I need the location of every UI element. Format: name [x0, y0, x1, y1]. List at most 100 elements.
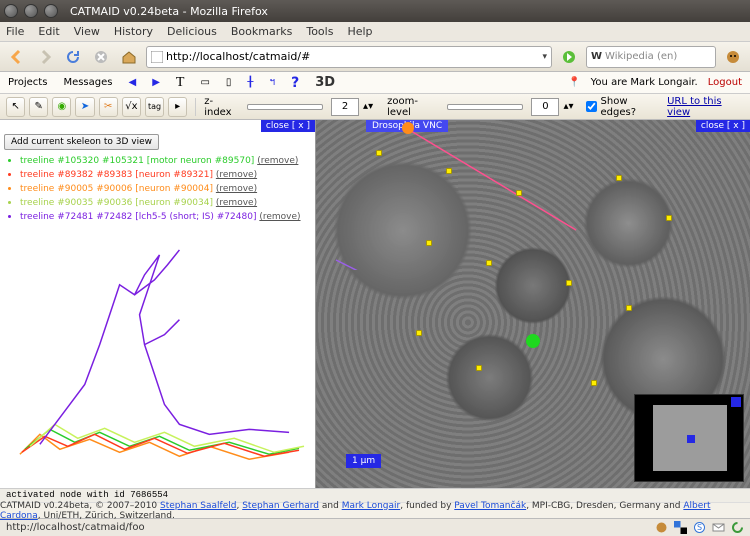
window-minimize-icon[interactable] — [24, 4, 38, 18]
sqrt-tool[interactable]: √x — [122, 97, 141, 117]
browser-statusbar: http://localhost/catmaid/foo S — [0, 518, 750, 536]
left-panel: close [ x ] Add current skeleon to 3D vi… — [0, 120, 316, 488]
monkey-small-icon[interactable] — [655, 521, 668, 534]
tree-item: treeline #72481 #72482 [lch5-5 (short; I… — [20, 210, 307, 224]
menu-file[interactable]: File — [6, 25, 24, 38]
search-box[interactable]: W Wikipedia (en) — [586, 46, 716, 68]
tag-tool[interactable]: tag — [145, 97, 164, 117]
projects-link[interactable]: Projects — [8, 77, 47, 88]
wikipedia-icon: W — [591, 51, 602, 62]
footer-text: CATMAID v0.24beta, © 2007–2010 — [0, 501, 160, 511]
left-close-button[interactable]: close [ x ] — [261, 120, 315, 132]
menu-view[interactable]: View — [74, 25, 100, 38]
menu-help[interactable]: Help — [347, 25, 372, 38]
image-panel[interactable]: close [ x ] Drosophila VNC 1 µm — [316, 120, 750, 488]
grid-icon[interactable]: ╂ — [247, 77, 253, 88]
zoom-stepper-icon[interactable]: ▴▾ — [563, 101, 573, 112]
remove-link[interactable]: (remove) — [216, 198, 257, 208]
menu-delicious[interactable]: Delicious — [167, 25, 217, 38]
tree-list: treeline #105320 #105321 [motor neuron #… — [8, 154, 307, 224]
right-close-button[interactable]: close [ x ] — [696, 120, 750, 132]
help-icon[interactable]: ? — [291, 75, 299, 91]
zoom-label: zoom-level — [387, 96, 439, 118]
tree-item: treeline #105320 #105321 [motor neuron #… — [20, 154, 307, 168]
search-placeholder: Wikipedia (en) — [605, 51, 677, 62]
home-button[interactable] — [118, 46, 140, 68]
footer-link-tomancak[interactable]: Pavel Tomančák — [454, 501, 526, 511]
menu-edit[interactable]: Edit — [38, 25, 59, 38]
forward-button[interactable] — [34, 46, 56, 68]
pencil-tool[interactable]: ✎ — [29, 97, 48, 117]
show-edges-checkbox[interactable] — [586, 101, 597, 112]
menu-tools[interactable]: Tools — [306, 25, 333, 38]
pin-icon[interactable]: 📍 — [568, 77, 580, 88]
noscript-icon[interactable]: S — [693, 521, 706, 534]
window-titlebar: CATMAID v0.24beta - Mozilla Firefox — [0, 0, 750, 22]
remove-link[interactable]: (remove) — [216, 184, 257, 194]
page-icon — [151, 51, 163, 63]
menu-history[interactable]: History — [114, 25, 153, 38]
minimap[interactable] — [634, 394, 744, 482]
remove-link[interactable]: (remove) — [216, 170, 257, 180]
text-tool-icon[interactable]: T — [176, 75, 185, 91]
footer-link-longair[interactable]: Mark Longair — [342, 501, 401, 511]
delicious-icon[interactable] — [674, 521, 687, 534]
back-button[interactable] — [6, 46, 28, 68]
remove-link[interactable]: (remove) — [257, 156, 298, 166]
url-bar[interactable]: ▾ — [146, 46, 552, 68]
3d-button[interactable]: 3D — [315, 75, 335, 90]
app-nav: Projects Messages ◀ ▶ T ▭ ▯ ╂ ฯ ? 3D 📍 Y… — [0, 72, 750, 94]
messages-link[interactable]: Messages — [63, 77, 112, 88]
zoom-slider[interactable] — [447, 104, 523, 110]
tree-item: treeline #90005 #90006 [neuron #90004] (… — [20, 182, 307, 196]
orange-node-icon — [402, 122, 414, 134]
window-close-icon[interactable] — [4, 4, 18, 18]
url-dropdown-icon[interactable]: ▾ — [542, 52, 547, 62]
node-marker — [446, 168, 452, 174]
tree-item: treeline #89382 #89383 [neuron #89321] (… — [20, 168, 307, 182]
reload-button[interactable] — [62, 46, 84, 68]
window-title: CATMAID v0.24beta - Mozilla Firefox — [70, 5, 268, 18]
window-maximize-icon[interactable] — [44, 4, 58, 18]
footer: CATMAID v0.24beta, © 2007–2010 Stephan S… — [0, 502, 750, 518]
url-input[interactable] — [166, 50, 542, 63]
overlay-lines — [316, 120, 616, 270]
tree-icon[interactable]: ฯ — [269, 75, 275, 90]
link-tool[interactable]: ➤ — [75, 97, 94, 117]
footer-link-gerhard[interactable]: Stephan Gerhard — [242, 501, 319, 511]
remove-link[interactable]: (remove) — [259, 212, 300, 222]
active-node-icon — [526, 334, 540, 348]
minimap-toggle-icon[interactable] — [731, 397, 741, 407]
more-tool[interactable]: ▸ — [168, 97, 187, 117]
cut-tool[interactable]: ✂ — [99, 97, 118, 117]
go-button[interactable] — [558, 46, 580, 68]
node-marker — [666, 215, 672, 221]
zindex-slider[interactable] — [247, 104, 323, 110]
tree-label: treeline #90035 #90036 [neuron #90034] — [20, 198, 213, 208]
layers-icon[interactable]: ▯ — [226, 77, 232, 88]
add-skeleton-button[interactable]: Add current skeleon to 3D view — [4, 134, 159, 150]
pointer-tool[interactable]: ↖ — [6, 97, 25, 117]
zoom-value[interactable] — [531, 98, 559, 116]
add-node-tool[interactable]: ◉ — [52, 97, 71, 117]
crop-tool-icon[interactable]: ▭ — [200, 77, 209, 88]
zindex-stepper-icon[interactable]: ▴▾ — [363, 101, 373, 112]
node-marker — [416, 330, 422, 336]
stop-button[interactable] — [90, 46, 112, 68]
footer-link-saalfeld[interactable]: Stephan Saalfeld — [160, 501, 236, 511]
nav-left-icon[interactable]: ◀ — [128, 77, 136, 88]
sync-icon[interactable] — [731, 521, 744, 534]
url-to-view-link[interactable]: URL to this view — [667, 96, 744, 118]
mail-icon[interactable] — [712, 521, 725, 534]
menubar: File Edit View History Delicious Bookmar… — [0, 22, 750, 42]
tree-label: treeline #89382 #89383 [neuron #89321] — [20, 170, 213, 180]
menu-bookmarks[interactable]: Bookmarks — [231, 25, 292, 38]
monkey-icon[interactable] — [722, 46, 744, 68]
separator — [195, 98, 196, 116]
node-marker — [626, 305, 632, 311]
node-marker — [516, 190, 522, 196]
tree-label: treeline #72481 #72482 [lch5-5 (short; I… — [20, 212, 256, 222]
zindex-value[interactable] — [331, 98, 359, 116]
logout-link[interactable]: Logout — [708, 77, 742, 88]
nav-right-icon[interactable]: ▶ — [152, 77, 160, 88]
